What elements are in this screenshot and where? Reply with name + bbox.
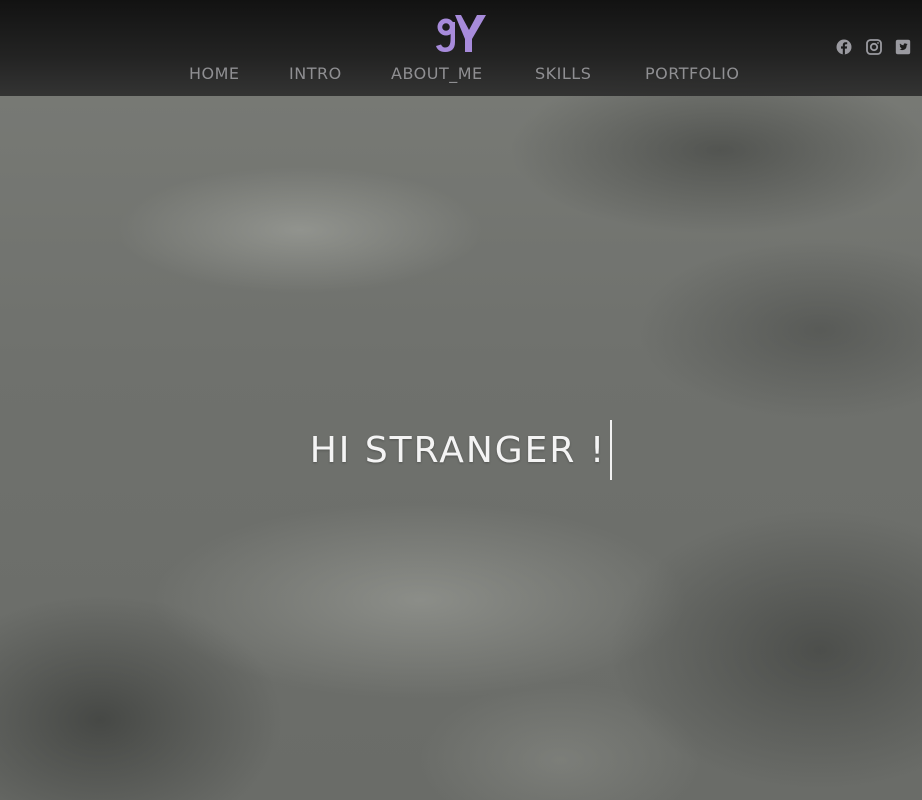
nav-portfolio[interactable]: PORTFOLIO bbox=[645, 64, 740, 83]
hero-background bbox=[0, 0, 922, 800]
nav-skills[interactable]: SKILLS bbox=[535, 64, 591, 83]
nav-intro[interactable]: INTRO bbox=[289, 64, 342, 83]
hero-headline-area: HI STRANGER ! bbox=[0, 420, 922, 480]
site-header: HOME INTRO ABOUT_ME SKILLS PORTFOLIO bbox=[0, 0, 922, 96]
main-nav: HOME INTRO ABOUT_ME SKILLS PORTFOLIO bbox=[0, 64, 922, 90]
facebook-icon[interactable] bbox=[836, 39, 852, 55]
hero-headline: HI STRANGER ! bbox=[309, 429, 607, 471]
site-logo[interactable] bbox=[434, 12, 490, 54]
instagram-icon[interactable] bbox=[866, 39, 882, 55]
nav-about-me[interactable]: ABOUT_ME bbox=[391, 64, 483, 83]
twitter-icon[interactable] bbox=[895, 39, 911, 55]
typing-cursor bbox=[610, 420, 613, 480]
nav-home[interactable]: HOME bbox=[189, 64, 240, 83]
